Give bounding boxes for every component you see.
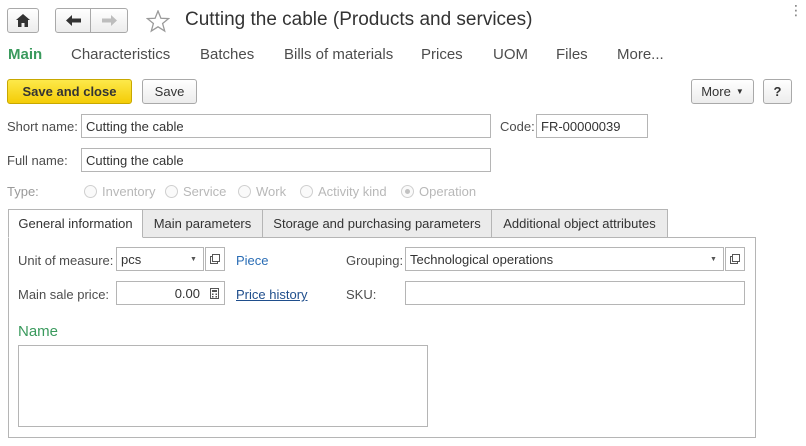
more-label: More bbox=[701, 84, 731, 99]
help-button[interactable]: ? bbox=[763, 79, 792, 104]
code-input[interactable]: FR-00000039 bbox=[536, 114, 648, 138]
arrow-right-icon bbox=[101, 15, 117, 26]
section-bills-of-materials[interactable]: Bills of materials bbox=[284, 46, 393, 63]
grouping-label: Grouping: bbox=[346, 253, 404, 268]
tab-additional-object-attributes[interactable]: Additional object attributes bbox=[491, 209, 668, 238]
open-window-icon bbox=[730, 254, 740, 264]
unit-of-measure-label: Unit of measure: bbox=[18, 253, 114, 268]
type-option-label: Work bbox=[256, 184, 287, 199]
type-option-label: Operation bbox=[419, 184, 477, 199]
short-name-input[interactable]: Cutting the cable bbox=[81, 114, 491, 138]
calculator-icon bbox=[209, 287, 219, 299]
calculator-button[interactable] bbox=[204, 281, 225, 305]
price-history-link[interactable]: Price history bbox=[236, 287, 308, 302]
section-files[interactable]: Files bbox=[556, 46, 588, 63]
tab-general-information[interactable]: General information bbox=[8, 209, 143, 238]
unit-of-measure-input[interactable]: pcs bbox=[116, 247, 185, 271]
favorite-star-icon[interactable] bbox=[145, 9, 171, 36]
type-option-service[interactable]: Service bbox=[165, 184, 226, 199]
tab-storage-purchasing-parameters[interactable]: Storage and purchasing parameters bbox=[262, 209, 492, 238]
type-option-inventory[interactable]: Inventory bbox=[84, 184, 155, 199]
name-textarea[interactable] bbox=[18, 345, 428, 427]
section-more[interactable]: More... bbox=[617, 46, 664, 63]
full-name-label: Full name: bbox=[7, 153, 68, 168]
radio-icon bbox=[165, 185, 178, 198]
name-group-header: Name bbox=[18, 323, 59, 340]
save-button[interactable]: Save bbox=[142, 79, 197, 104]
tab-main-parameters[interactable]: Main parameters bbox=[142, 209, 263, 238]
type-label: Type: bbox=[7, 184, 39, 199]
more-menu-button[interactable]: More ▼ bbox=[691, 79, 754, 104]
type-option-label: Service bbox=[183, 184, 227, 199]
save-and-close-button[interactable]: Save and close bbox=[7, 79, 132, 104]
grouping-input[interactable]: Technological operations bbox=[405, 247, 705, 271]
radio-selected-icon bbox=[401, 185, 414, 198]
back-button[interactable] bbox=[55, 8, 91, 33]
radio-icon bbox=[300, 185, 313, 198]
type-option-label: Activity kind bbox=[318, 184, 387, 199]
main-sale-price-input[interactable]: 0.00 bbox=[116, 281, 205, 305]
code-label: Code: bbox=[500, 119, 535, 134]
arrow-left-icon bbox=[65, 15, 81, 26]
caret-down-icon: ▼ bbox=[735, 87, 744, 96]
home-button[interactable] bbox=[7, 8, 39, 33]
type-option-label: Inventory bbox=[102, 184, 156, 199]
main-sale-price-label: Main sale price: bbox=[18, 287, 110, 302]
type-option-work[interactable]: Work bbox=[238, 184, 286, 199]
uom-dropdown-button[interactable]: ▼ bbox=[184, 247, 204, 271]
type-option-activity-kind[interactable]: Activity kind bbox=[300, 184, 387, 199]
caret-down-icon: ▼ bbox=[710, 255, 717, 263]
radio-icon bbox=[84, 185, 97, 198]
window-title: Cutting the cable (Products and services… bbox=[185, 9, 533, 30]
grouping-dropdown-button[interactable]: ▼ bbox=[704, 247, 724, 271]
section-batches[interactable]: Batches bbox=[200, 46, 254, 63]
sku-label: SKU: bbox=[346, 287, 377, 302]
radio-icon bbox=[238, 185, 251, 198]
caret-down-icon: ▼ bbox=[190, 255, 197, 263]
section-main[interactable]: Main bbox=[8, 46, 42, 63]
full-name-input[interactable]: Cutting the cable bbox=[81, 148, 491, 172]
home-icon bbox=[16, 14, 30, 27]
open-window-icon bbox=[210, 254, 220, 264]
sku-input[interactable] bbox=[405, 281, 745, 305]
uom-open-button[interactable] bbox=[205, 247, 225, 271]
forward-button[interactable] bbox=[90, 8, 128, 33]
grouping-open-button[interactable] bbox=[725, 247, 745, 271]
section-characteristics[interactable]: Characteristics bbox=[71, 46, 170, 63]
uom-piece-link[interactable]: Piece bbox=[236, 253, 269, 268]
section-prices[interactable]: Prices bbox=[421, 46, 463, 63]
section-uom[interactable]: UOM bbox=[493, 46, 528, 63]
short-name-label: Short name: bbox=[7, 119, 78, 134]
window-menu-icon[interactable]: ⋮ bbox=[789, 3, 803, 17]
type-option-operation[interactable]: Operation bbox=[401, 184, 476, 199]
